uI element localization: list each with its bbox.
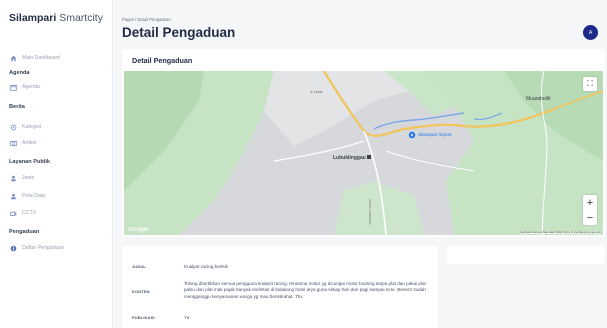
map-label-road-top: Jl. Lintas [310,90,323,94]
detail-row-konten: KONTEN Tolong ditertibkan semua pengguna… [132,281,432,300]
map-card-title: Detail Pengaduan [132,56,193,65]
side-card [447,246,605,264]
sidebar-item-dashboard[interactable]: Main Dashboard [9,52,60,64]
person-icon [9,192,17,200]
page-title: Detail Pengaduan [122,25,236,40]
map-label-road-vertical: SOUTH SUMATRA [368,199,372,225]
brand-logo[interactable]: Silampari Smartcity [9,12,103,24]
sidebar: Silampari Smartcity Main Dashboard Agend… [0,0,113,328]
map-label-airport: Silampari Airport [418,132,452,137]
section-title-berita: Berita [9,104,25,110]
zoom-out-button[interactable]: − [583,210,597,225]
sidebar-item-jenis[interactable]: Jenis [9,172,34,184]
person-icon [9,174,17,182]
sidebar-item-cctv[interactable]: CCTV [9,207,36,219]
fullscreen-button[interactable]: ⛶ [583,77,597,91]
detail-value: Tolong ditertibkan semua pengguna knalpo… [184,281,426,299]
map-view[interactable]: Silampari Airport Lubuklinggau Muarabeli… [124,71,603,235]
sidebar-item-kategori[interactable]: Kategori [9,121,41,133]
detail-row-publikasi: PUBLIKASI Ya [132,315,432,321]
sidebar-item-artikel[interactable]: Artikel [9,137,36,149]
home-icon [9,54,17,62]
zoom-in-button[interactable]: + [583,195,597,210]
detail-value: Ya [184,315,190,320]
detail-row-judul: JUDUL Knalpot racing berisik [132,264,432,270]
section-title-agenda: Agenda [9,70,30,76]
section-title-pengaduan: Pengaduan [9,229,40,235]
detail-value: Knalpot racing berisik [184,264,228,269]
breadcrumb[interactable]: Pages / Detail Pengaduan [122,17,171,22]
sidebar-item-label: Artikel [22,140,37,146]
map-label-city: Lubuklinggau [333,155,366,161]
sidebar-item-label: Peta Data [22,193,46,199]
detail-card: JUDUL Knalpot racing berisik KONTEN Tolo… [122,246,438,328]
sidebar-item-label: Main Dashboard [22,55,61,61]
tag-icon [9,123,17,131]
sidebar-item-label: Agenda [22,84,40,90]
detail-key: JUDUL [132,264,146,269]
main-content: Pages / Detail Pengaduan Detail Pengadua… [113,0,607,328]
avatar[interactable]: A [583,25,598,40]
calendar-icon [9,83,17,91]
sidebar-item-label: Kategori [22,124,42,130]
section-title-layanan-publik: Layanan Publik [9,159,51,165]
sidebar-item-daftar-pengaduan[interactable]: Daftar Pengaduan [9,242,64,254]
camera-icon [9,209,17,217]
sidebar-item-label: CCTV [22,210,37,216]
sidebar-item-agenda[interactable]: Agenda [9,81,40,93]
map-label-east: Muarabeliti [526,96,551,102]
map-card: Detail Pengaduan Silampari Airport Lubuk… [122,49,605,237]
zoom-control: + − [583,195,597,225]
info-icon [9,244,17,252]
article-icon [9,139,17,147]
detail-key: PUBLIKASI [132,315,155,320]
map-attribution[interactable]: Keyboard shortcuts Map data ©2022 Terms … [520,231,601,234]
google-logo: Google [128,227,149,233]
detail-key: KONTEN [132,289,150,294]
sidebar-item-label: Jenis [22,175,35,181]
sidebar-item-peta-data[interactable]: Peta Data [9,190,45,202]
sidebar-item-label: Daftar Pengaduan [22,245,65,251]
